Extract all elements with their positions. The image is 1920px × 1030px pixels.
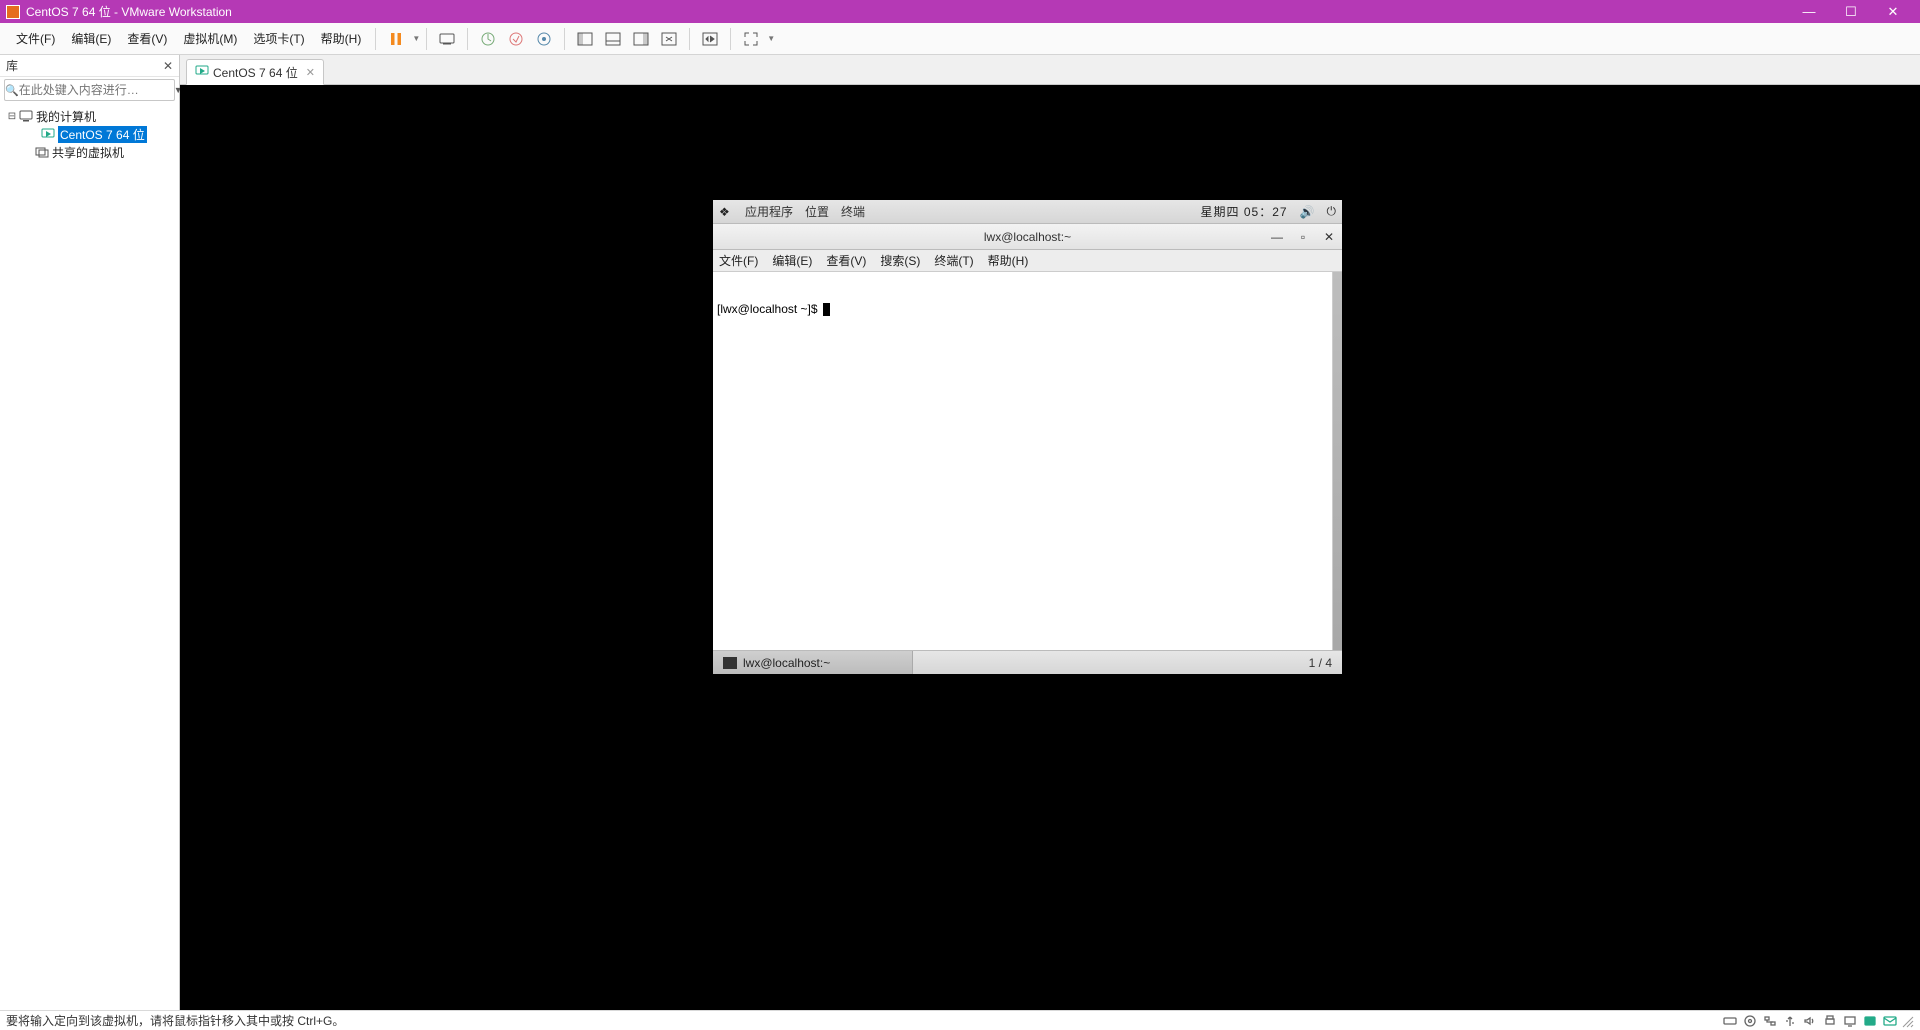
volume-icon[interactable]: 🔊 — [1300, 205, 1315, 219]
tray-message-icon[interactable] — [1881, 1014, 1899, 1028]
resize-grip-icon[interactable] — [1900, 1014, 1914, 1028]
tray-network-icon[interactable] — [1761, 1014, 1779, 1028]
main-area: CentOS 7 64 位 ✕ ❖ 应用程序 位置 终端 星期四 05：27 🔊… — [180, 55, 1920, 1010]
gnome-terminal-menu[interactable]: 终端 — [841, 203, 865, 220]
tray-display-icon[interactable] — [1841, 1014, 1859, 1028]
gnome-places[interactable]: 位置 — [805, 203, 829, 220]
terminal-window-titlebar[interactable]: lwx@localhost:~ — ▫ ✕ — [713, 224, 1342, 250]
snapshot-revert-button[interactable] — [503, 26, 529, 52]
search-icon: 🔍 — [5, 84, 19, 97]
fullscreen-dropdown[interactable]: ▼ — [765, 34, 775, 43]
tree-label: 共享的虚拟机 — [52, 144, 124, 161]
terminal-icon — [723, 657, 737, 669]
sidebar-close-button[interactable]: ✕ — [163, 59, 173, 73]
layout-thumbnail-button[interactable] — [600, 26, 626, 52]
separator — [426, 28, 427, 50]
sidebar-search[interactable]: 🔍 ▼ — [4, 79, 175, 101]
tray-usb-icon[interactable] — [1781, 1014, 1799, 1028]
separator — [375, 28, 376, 50]
menu-help[interactable]: 帮助(H) — [313, 30, 370, 47]
term-menu-help[interactable]: 帮助(H) — [988, 252, 1029, 269]
vm-icon — [40, 127, 56, 141]
sidebar-search-input[interactable] — [19, 83, 174, 97]
tray-cd-icon[interactable] — [1741, 1014, 1759, 1028]
terminal-title: lwx@localhost:~ — [984, 230, 1071, 244]
layout-unity-button[interactable] — [656, 26, 682, 52]
terminal-close-button[interactable]: ✕ — [1322, 230, 1336, 244]
gnome-top-bar: ❖ 应用程序 位置 终端 星期四 05：27 🔊 ⏻ — [713, 200, 1342, 224]
term-menu-file[interactable]: 文件(F) — [719, 252, 758, 269]
sidebar-header: 库 ✕ — [0, 55, 179, 77]
maximize-button[interactable]: ☐ — [1830, 4, 1872, 20]
menu-file[interactable]: 文件(F) — [8, 30, 63, 47]
tab-label: CentOS 7 64 位 — [213, 64, 298, 81]
term-menu-search[interactable]: 搜索(S) — [880, 252, 920, 269]
layout-console-button[interactable] — [628, 26, 654, 52]
library-sidebar: 库 ✕ 🔍 ▼ ⊟ 我的计算机 CentOS 7 64 位 共享的虚拟机 — [0, 55, 180, 1010]
terminal-maximize-button[interactable]: ▫ — [1296, 230, 1310, 244]
snapshot-take-button[interactable] — [475, 26, 501, 52]
gnome-taskbar: lwx@localhost:~ 1 / 4 — [713, 650, 1342, 674]
gnome-applications[interactable]: 应用程序 — [745, 203, 793, 220]
vm-console[interactable]: ❖ 应用程序 位置 终端 星期四 05：27 🔊 ⏻ lwx@localhost… — [180, 85, 1920, 1010]
tree-label: CentOS 7 64 位 — [58, 126, 147, 143]
term-menu-terminal[interactable]: 终端(T) — [934, 252, 973, 269]
terminal-menubar: 文件(F) 编辑(E) 查看(V) 搜索(S) 终端(T) 帮助(H) — [713, 250, 1342, 272]
status-hint: 要将输入定向到该虚拟机，请将鼠标指针移入其中或按 Ctrl+G。 — [6, 1012, 1720, 1029]
activities-icon[interactable]: ❖ — [719, 205, 733, 219]
terminal-prompt: [lwx@localhost ~]$ — [717, 302, 821, 316]
menubar: 文件(F) 编辑(E) 查看(V) 虚拟机(M) 选项卡(T) 帮助(H) ▼ … — [0, 23, 1920, 55]
fullscreen-button[interactable] — [738, 26, 764, 52]
tray-tools-icon[interactable] — [1861, 1014, 1879, 1028]
terminal-body[interactable]: [lwx@localhost ~]$ — [713, 272, 1342, 650]
tabstrip: CentOS 7 64 位 ✕ — [180, 55, 1920, 85]
taskbar-app-label: lwx@localhost:~ — [743, 656, 830, 670]
tray-harddisk-icon[interactable] — [1721, 1014, 1739, 1028]
guest-desktop: ❖ 应用程序 位置 终端 星期四 05：27 🔊 ⏻ lwx@localhost… — [713, 200, 1342, 674]
layout-sidebar-button[interactable] — [572, 26, 598, 52]
vm-icon — [195, 65, 209, 80]
app-icon — [6, 5, 20, 19]
taskbar-app-terminal[interactable]: lwx@localhost:~ — [713, 651, 913, 674]
term-menu-view[interactable]: 查看(V) — [826, 252, 866, 269]
gnome-clock[interactable]: 星期四 05：27 — [1201, 203, 1288, 220]
menu-view[interactable]: 查看(V) — [119, 30, 175, 47]
separator — [689, 28, 690, 50]
tree-vm-centos7[interactable]: CentOS 7 64 位 — [2, 125, 177, 143]
tree-label: 我的计算机 — [36, 108, 96, 125]
close-button[interactable]: ✕ — [1872, 4, 1914, 20]
tray-sound-icon[interactable] — [1801, 1014, 1819, 1028]
separator — [467, 28, 468, 50]
tab-close-button[interactable]: ✕ — [302, 66, 315, 79]
window-titlebar: CentOS 7 64 位 - VMware Workstation — ☐ ✕ — [0, 0, 1920, 23]
computer-icon — [18, 109, 34, 123]
minimize-button[interactable]: — — [1788, 4, 1830, 19]
power-dropdown[interactable]: ▼ — [410, 34, 420, 43]
term-menu-edit[interactable]: 编辑(E) — [772, 252, 812, 269]
send-ctrl-alt-del-button[interactable] — [434, 26, 460, 52]
menu-tabs[interactable]: 选项卡(T) — [245, 30, 312, 47]
terminal-minimize-button[interactable]: — — [1270, 230, 1284, 244]
terminal-scrollbar[interactable] — [1332, 272, 1342, 650]
menu-edit[interactable]: 编辑(E) — [63, 30, 119, 47]
separator — [730, 28, 731, 50]
tree-shared-vms[interactable]: 共享的虚拟机 — [2, 143, 177, 161]
tray-printer-icon[interactable] — [1821, 1014, 1839, 1028]
menu-vm[interactable]: 虚拟机(M) — [175, 30, 245, 47]
tree-twisty-icon[interactable]: ⊟ — [6, 111, 18, 122]
quick-switch-button[interactable] — [697, 26, 723, 52]
library-tree: ⊟ 我的计算机 CentOS 7 64 位 共享的虚拟机 — [0, 103, 179, 165]
sidebar-title: 库 — [6, 57, 18, 74]
pause-button[interactable] — [383, 26, 409, 52]
tree-root-my-computer[interactable]: ⊟ 我的计算机 — [2, 107, 177, 125]
snapshot-manager-button[interactable] — [531, 26, 557, 52]
workspace-indicator[interactable]: 1 / 4 — [1299, 656, 1342, 670]
shared-icon — [34, 145, 50, 159]
statusbar: 要将输入定向到该虚拟机，请将鼠标指针移入其中或按 Ctrl+G。 — [0, 1010, 1920, 1030]
tab-centos7[interactable]: CentOS 7 64 位 ✕ — [186, 59, 324, 85]
window-title: CentOS 7 64 位 - VMware Workstation — [26, 3, 1788, 20]
terminal-cursor — [823, 303, 830, 316]
power-icon[interactable]: ⏻ — [1327, 204, 1337, 219]
separator — [564, 28, 565, 50]
